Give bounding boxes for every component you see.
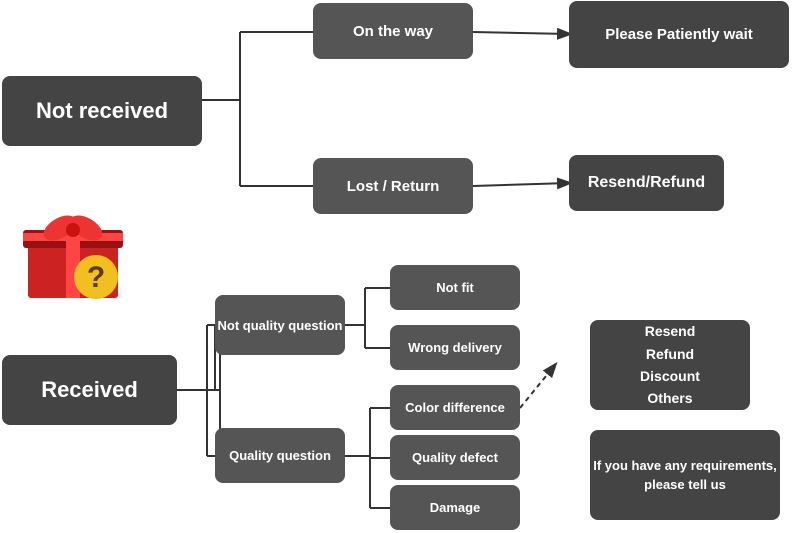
gift-icon: ? [18,195,128,305]
quality-question-node: Quality question [215,428,345,483]
if-you-have-node: If you have any requirements, please tel… [590,430,780,520]
on-the-way-node: On the way [313,3,473,59]
resend-refund-top-node: Resend/Refund [569,155,724,211]
wrong-delivery-node: Wrong delivery [390,325,520,370]
color-difference-node: Color difference [390,385,520,430]
lost-return-node: Lost / Return [313,158,473,214]
solutions-node: Resend Refund Discount Others [590,320,750,410]
diagram: Not received On the way Please Patiently… [0,0,800,533]
not-quality-node: Not quality question [215,295,345,355]
gift-svg: ? [18,195,128,305]
quality-defect-node: Quality defect [390,435,520,480]
not-fit-node: Not fit [390,265,520,310]
not-received-node: Not received [2,76,202,146]
please-wait-node: Please Patiently wait [569,1,789,68]
received-node: Received [2,355,177,425]
damage-node: Damage [390,485,520,530]
svg-text:?: ? [87,261,105,294]
